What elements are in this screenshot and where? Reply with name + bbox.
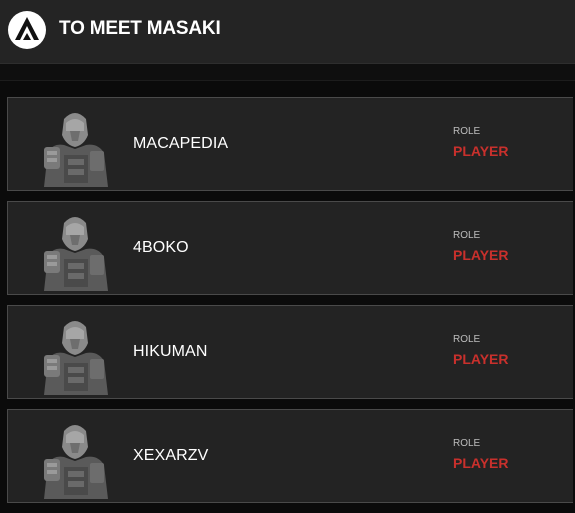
member-name[interactable]: XEXARZV	[133, 447, 208, 465]
member-list: MACAPEDIA ROLE PLAYER 4BOKO ROLE PLAYER	[7, 97, 575, 513]
role-value: PLAYER	[453, 455, 509, 471]
role-label: ROLE	[453, 438, 481, 449]
member-card[interactable]: HIKUMAN ROLE PLAYER	[7, 305, 573, 399]
role-value: PLAYER	[453, 247, 509, 263]
apex-logo-icon[interactable]	[8, 11, 46, 49]
player-portrait-icon	[44, 113, 108, 187]
member-name[interactable]: MACAPEDIA	[133, 135, 228, 153]
player-portrait-icon	[44, 425, 108, 499]
member-card[interactable]: 4BOKO ROLE PLAYER	[7, 201, 573, 295]
role-value: PLAYER	[453, 351, 509, 367]
header-divider	[0, 64, 575, 81]
member-card[interactable]: MACAPEDIA ROLE PLAYER	[7, 97, 573, 191]
page-title: TO MEET MASAKI	[59, 18, 221, 39]
page-header: TO MEET MASAKI	[0, 0, 575, 64]
role-label: ROLE	[453, 334, 481, 345]
role-label: ROLE	[453, 126, 481, 137]
member-card[interactable]: XEXARZV ROLE PLAYER	[7, 409, 573, 503]
role-label: ROLE	[453, 230, 481, 241]
role-value: PLAYER	[453, 143, 509, 159]
member-name[interactable]: 4BOKO	[133, 239, 189, 257]
player-portrait-icon	[44, 321, 108, 395]
member-name[interactable]: HIKUMAN	[133, 343, 207, 361]
player-portrait-icon	[44, 217, 108, 291]
